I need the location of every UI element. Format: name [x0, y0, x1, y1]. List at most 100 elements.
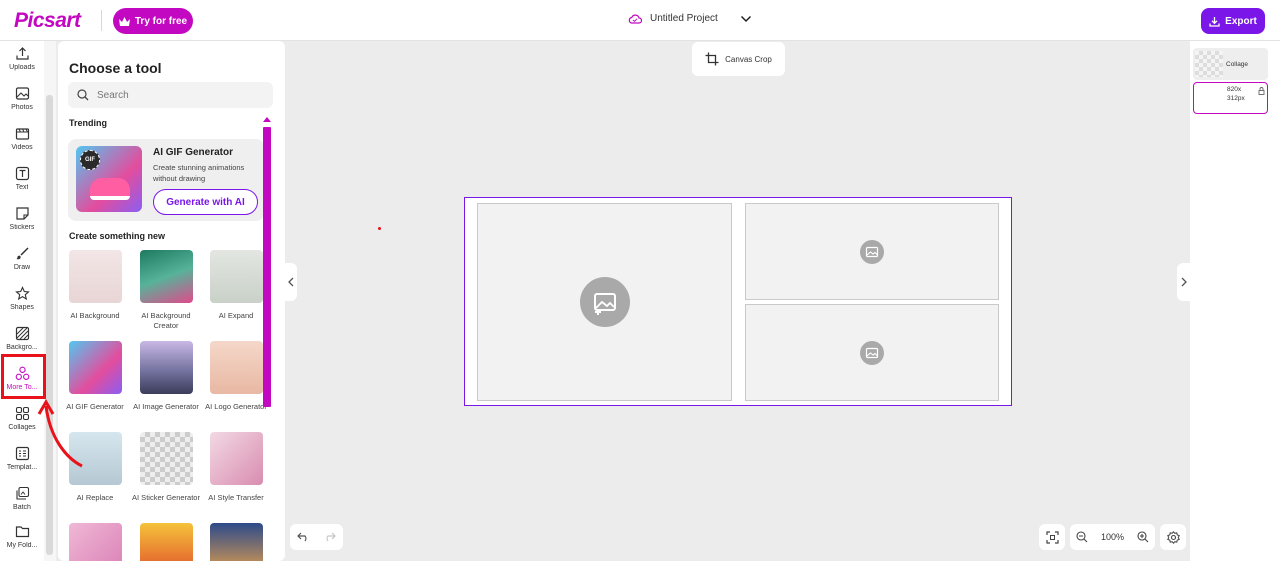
tool-label: AI Style Transfer: [208, 493, 264, 502]
collage-cell-bottom-right[interactable]: [745, 304, 999, 401]
left-rail: Uploads Photos Videos Text Stickers Draw…: [0, 41, 44, 561]
tool-ai-style-transfer[interactable]: AI Style Transfer: [201, 432, 271, 503]
layer-label: 820x 312px: [1227, 86, 1245, 102]
chevron-down-icon: [740, 15, 751, 22]
tool-ai-image-generator[interactable]: AI Image Generator: [131, 341, 201, 412]
collage-cell-top-right[interactable]: [745, 203, 999, 300]
featured-title: AI GIF Generator: [153, 147, 234, 158]
red-dot: [378, 227, 381, 230]
background-icon: [15, 326, 29, 341]
panel-scrollbar[interactable]: [263, 127, 271, 407]
tool-thumbnail: [139, 341, 193, 394]
top-bar: Picsart Try for free Untitled Project Ex…: [0, 0, 1280, 41]
tool-thumbnail: [209, 523, 263, 561]
expand-layers-button[interactable]: [1177, 263, 1190, 301]
tool-thumbnail: [68, 523, 122, 561]
canvas-crop-label: Canvas Crop: [725, 54, 772, 64]
project-name-dropdown[interactable]: Untitled Project: [628, 13, 752, 24]
export-label: Export: [1225, 15, 1257, 27]
image-icon: [15, 87, 29, 100]
featured-card-ai-gif[interactable]: GIF AI GIF Generator Create stunning ani…: [68, 139, 264, 221]
text-icon: [15, 166, 29, 181]
tool-label: AI Background Creator: [141, 311, 191, 330]
trending-heading: Trending: [69, 118, 107, 128]
cloud-icon: [628, 14, 642, 24]
export-button[interactable]: Export: [1201, 8, 1265, 34]
rail-item-label: Collages: [8, 424, 36, 431]
highlight-box: [1, 354, 46, 399]
tool-ai-background[interactable]: AI Background: [60, 250, 130, 321]
download-icon: [1209, 16, 1220, 27]
zoom-level[interactable]: 100%: [1101, 532, 1124, 542]
layer-collage[interactable]: Collage: [1193, 48, 1268, 80]
tool-thumbnail-partial[interactable]: [201, 523, 271, 561]
star-icon: [14, 286, 30, 301]
collapse-panel-button[interactable]: [285, 263, 297, 301]
tool-thumbnail-partial[interactable]: [131, 523, 201, 561]
rail-item-stickers[interactable]: Stickers: [0, 203, 44, 241]
add-image-icon[interactable]: [860, 340, 884, 365]
tool-thumbnail: [139, 250, 193, 303]
tool-label: AI Logo Generator: [205, 402, 267, 411]
try-for-free-button[interactable]: Try for free: [113, 8, 193, 34]
add-image-icon[interactable]: [579, 277, 630, 327]
tool-thumbnail: [68, 341, 122, 394]
folder-icon: [15, 526, 29, 538]
chevron-right-icon: [1181, 277, 1187, 287]
rail-item-draw[interactable]: Draw: [0, 243, 44, 281]
tool-ai-background-creator[interactable]: AI Background Creator: [131, 250, 201, 331]
zoom-in-icon[interactable]: [1137, 531, 1149, 543]
generate-with-ai-button[interactable]: Generate with AI: [153, 189, 258, 215]
create-heading: Create something new: [69, 231, 166, 241]
settings-button[interactable]: [1160, 524, 1186, 550]
rail-item-my-folders[interactable]: My Fold...: [0, 521, 44, 559]
brush-icon: [16, 247, 29, 260]
picsart-logo[interactable]: Picsart: [14, 9, 81, 33]
sticker-icon: [15, 207, 29, 220]
featured-description: Create stunning animations without drawi…: [153, 163, 245, 183]
chevron-left-icon: [288, 277, 294, 287]
rail-scrollbar[interactable]: [44, 41, 56, 561]
tool-thumbnail: [209, 250, 263, 303]
rail-item-batch[interactable]: Batch: [0, 483, 44, 521]
layer-canvas-size[interactable]: 820x 312px: [1193, 82, 1268, 114]
search-placeholder: Search: [97, 89, 129, 101]
layer-label: Collage: [1226, 61, 1249, 68]
divider: [101, 10, 102, 31]
undo-icon[interactable]: [296, 532, 310, 542]
panel-title: Choose a tool: [69, 60, 162, 76]
tool-label: AI Background: [70, 311, 120, 320]
canvas-crop-button[interactable]: Canvas Crop: [692, 42, 785, 76]
video-icon: [15, 128, 29, 140]
rail-item-text[interactable]: Text: [0, 163, 44, 201]
rail-item-photos[interactable]: Photos: [0, 83, 44, 121]
undo-redo-group: [290, 524, 343, 550]
rail-scrollbar-thumb[interactable]: [46, 95, 53, 555]
rail-item-label: My Fold...: [6, 542, 38, 549]
try-for-free-label: Try for free: [134, 15, 188, 27]
tool-panel: Choose a tool Search Trending GIF AI GIF…: [58, 41, 285, 561]
rail-item-label: Batch: [13, 504, 31, 511]
rail-item-label: Videos: [11, 144, 33, 151]
tool-ai-sticker-generator[interactable]: AI Sticker Generator: [131, 432, 201, 503]
rail-item-videos[interactable]: Videos: [0, 123, 44, 161]
rail-item-shapes[interactable]: Shapes: [0, 283, 44, 321]
tool-ai-expand[interactable]: AI Expand: [201, 250, 271, 321]
collage-canvas[interactable]: [464, 197, 1012, 406]
fit-to-screen-button[interactable]: [1039, 524, 1065, 550]
lock-icon[interactable]: [1258, 87, 1265, 95]
panel-scroll-up-arrow[interactable]: [263, 117, 271, 122]
tool-thumbnail-partial[interactable]: [60, 523, 130, 561]
rail-item-label: Stickers: [9, 224, 35, 231]
search-input[interactable]: Search: [68, 82, 273, 108]
redo-icon[interactable]: [323, 532, 337, 542]
layers-panel: Collage 820x 312px: [1190, 41, 1280, 561]
layer-thumbnail: [1195, 51, 1223, 77]
add-image-icon[interactable]: [860, 239, 884, 264]
tool-ai-logo-generator[interactable]: AI Logo Generator: [201, 341, 271, 412]
collage-cell-main[interactable]: [477, 203, 732, 401]
rail-item-uploads[interactable]: Uploads: [0, 43, 44, 81]
rail-item-label: Backgro...: [6, 344, 38, 351]
layer-thumbnail: [1196, 86, 1224, 112]
zoom-out-icon[interactable]: [1076, 531, 1088, 543]
